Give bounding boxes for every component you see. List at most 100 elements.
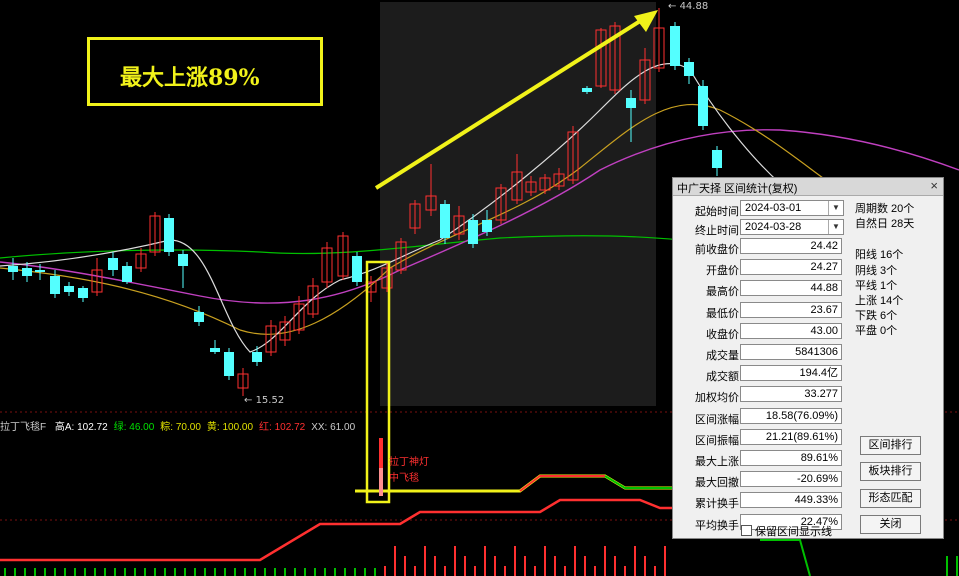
stat-row-label: 区间涨幅 xyxy=(695,413,739,426)
histogram-bar xyxy=(614,556,616,576)
stat-row-value: 194.4亿 xyxy=(740,365,842,382)
signal-label-2: 中飞毯 xyxy=(389,473,419,484)
stat-summary-item: 阳线 16个 xyxy=(855,249,904,261)
histogram-bar xyxy=(946,556,948,576)
histogram-bar xyxy=(24,568,26,576)
histogram-bar xyxy=(364,568,366,576)
candle-body xyxy=(178,254,188,266)
histogram-bar xyxy=(524,556,526,576)
histogram-bar xyxy=(204,568,206,576)
chevron-down-icon[interactable]: ▼ xyxy=(828,201,843,215)
sector-rank-button[interactable]: 板块排行 xyxy=(860,462,921,481)
candle-body xyxy=(698,86,708,126)
histogram-bar xyxy=(234,568,236,576)
candle-body xyxy=(468,220,478,244)
histogram-bar xyxy=(414,566,416,576)
candle-body xyxy=(482,220,492,232)
histogram-bar xyxy=(194,568,196,576)
candle-body xyxy=(440,204,450,238)
indicator-value: 高A: 102.72 xyxy=(54,422,108,433)
close-icon[interactable]: × xyxy=(930,178,938,193)
indicator-green-line-lower xyxy=(760,539,811,576)
histogram-bar xyxy=(264,568,266,576)
candle-body xyxy=(22,268,32,276)
stat-row-label: 最大回撤 xyxy=(695,477,739,490)
histogram-bar xyxy=(454,546,456,576)
stat-summary-item: 周期数 20个 xyxy=(855,203,915,215)
start-date-picker[interactable]: 2024-03-01 ▼ xyxy=(740,200,844,216)
histogram-bar xyxy=(664,546,666,576)
candle-body xyxy=(684,62,694,76)
histogram-bar xyxy=(584,556,586,576)
stat-row-label: 收盘价 xyxy=(706,328,739,341)
stat-summary-item: 阴线 3个 xyxy=(855,265,898,277)
stat-row: 区间涨幅 18.58(76.09%) xyxy=(673,407,845,427)
stat-summary-item: 上涨 14个 xyxy=(855,295,904,307)
stat-row-value: 33.277 xyxy=(740,386,842,403)
stat-row-label: 区间振幅 xyxy=(695,434,739,447)
candle-body xyxy=(50,276,60,294)
stat-row-value: 5841306 xyxy=(740,344,842,360)
histogram-bar xyxy=(624,566,626,576)
histogram-bar xyxy=(424,546,426,576)
histogram-bar xyxy=(154,568,156,576)
histogram-bar xyxy=(284,568,286,576)
stat-row-value: -20.69% xyxy=(740,471,842,488)
dialog-titlebar[interactable]: 中广天择 区间统计(复权) × xyxy=(673,178,943,196)
signal-bar xyxy=(379,438,383,468)
histogram-bar xyxy=(574,546,576,576)
start-time-row: 起始时间 2024-03-01 ▼ xyxy=(673,200,845,219)
histogram-bar xyxy=(554,556,556,576)
candle-body xyxy=(252,352,262,362)
keep-interval-lines-checkbox[interactable]: 保留区间显示线 xyxy=(741,523,832,539)
histogram-bar xyxy=(404,556,406,576)
candle-body xyxy=(64,286,74,292)
stat-row-value: 21.21(89.61%) xyxy=(740,428,842,445)
stat-row: 最高价 44.88 xyxy=(673,280,845,299)
indicator-value: 黄: 100.00 xyxy=(206,422,254,433)
stat-row: 最低价 23.67 xyxy=(673,301,845,321)
stat-row-label: 加权均价 xyxy=(695,392,739,405)
candle-body xyxy=(582,88,592,92)
histogram-bar xyxy=(564,566,566,576)
close-button[interactable]: 关闭 xyxy=(860,515,921,534)
stat-row-label: 成交量 xyxy=(706,350,739,362)
histogram-bar xyxy=(634,546,636,576)
candle-body xyxy=(78,288,88,298)
stat-summary-item: 下跌 6个 xyxy=(855,310,898,322)
histogram-bar xyxy=(84,568,86,576)
histogram-bar xyxy=(4,568,6,576)
histogram-bar xyxy=(114,568,116,576)
histogram-bar xyxy=(64,568,66,576)
stat-row-value: 18.58(76.09%) xyxy=(740,407,842,424)
pattern-match-button[interactable]: 形态匹配 xyxy=(860,489,921,508)
stat-row: 收盘价 43.00 xyxy=(673,322,845,342)
histogram-bar xyxy=(604,546,606,576)
end-date-picker[interactable]: 2024-03-28 ▼ xyxy=(740,219,844,235)
histogram-bar xyxy=(104,568,106,576)
stat-row: 加权均价 33.277 xyxy=(673,386,845,405)
chevron-down-icon[interactable]: ▼ xyxy=(828,220,843,234)
checkbox-box[interactable] xyxy=(741,525,752,536)
candle-body xyxy=(194,312,204,322)
histogram-bar xyxy=(474,566,476,576)
interval-rank-button[interactable]: 区间排行 xyxy=(860,436,921,455)
histogram-bar xyxy=(74,568,76,576)
stat-row-value: 24.27 xyxy=(740,259,842,276)
start-time-label: 起始时间 xyxy=(695,206,739,218)
histogram-bar xyxy=(174,568,176,576)
histogram-bar xyxy=(434,556,436,576)
histogram-bar xyxy=(44,568,46,576)
indicator-name: 拉丁飞毯F xyxy=(0,422,47,433)
histogram-bar xyxy=(124,568,126,576)
histogram-bar xyxy=(14,568,16,576)
histogram-bar xyxy=(164,568,166,576)
histogram-bar xyxy=(344,568,346,576)
stat-summary-item: 自然日 28天 xyxy=(855,218,915,230)
histogram-bar xyxy=(956,556,958,576)
candle-body xyxy=(8,266,18,272)
stat-summary-item: 平盘 0个 xyxy=(855,325,898,337)
stat-row-value: 449.33% xyxy=(740,492,842,509)
histogram-bar xyxy=(94,568,96,576)
histogram-bar xyxy=(184,568,186,576)
